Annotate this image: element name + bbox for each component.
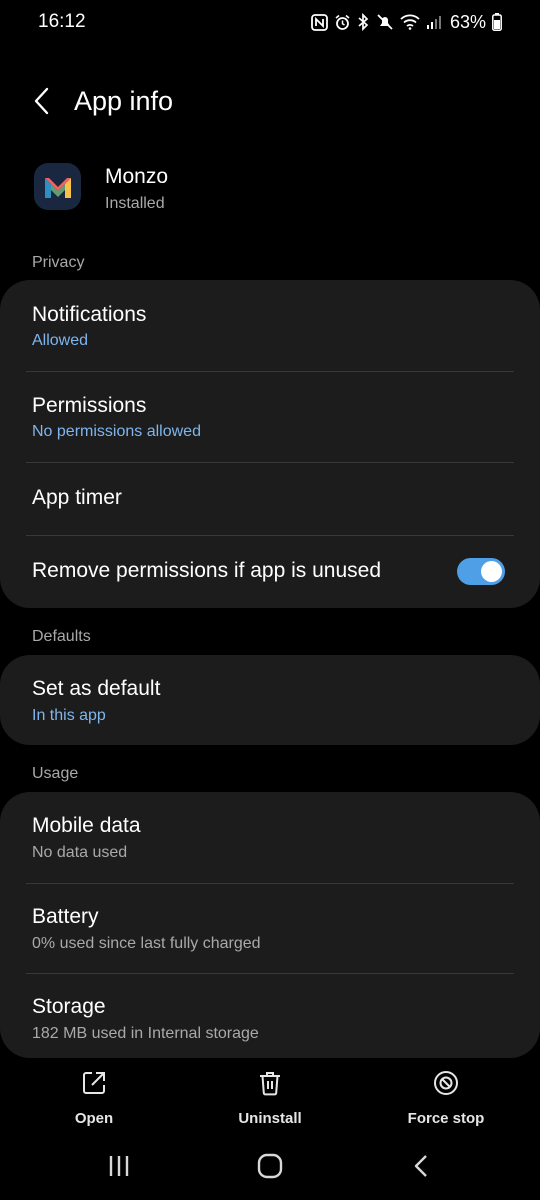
recents-icon (107, 1154, 131, 1183)
battery-title: Battery (32, 905, 99, 928)
section-label-privacy: Privacy (32, 254, 85, 271)
mobile-data-title: Mobile data (32, 814, 141, 837)
section-label-defaults: Defaults (32, 628, 91, 645)
force-stop-icon (431, 1068, 461, 1098)
app-install-status: Installed (105, 195, 165, 212)
remove-permissions-row[interactable]: Remove permissions if app is unused (0, 535, 540, 608)
storage-title: Storage (32, 995, 106, 1018)
nav-back-button[interactable] (401, 1152, 441, 1184)
open-label: Open (74, 1110, 114, 1127)
back-button[interactable] (26, 86, 58, 120)
monzo-logo-icon (34, 163, 81, 210)
nfc-icon (311, 13, 328, 31)
battery-subtitle: 0% used since last fully charged (32, 935, 261, 952)
remove-permissions-toggle[interactable] (457, 558, 505, 585)
battery-percent: 63% (449, 11, 486, 32)
permissions-title: Permissions (32, 394, 147, 417)
status-bar: 16:12 63% (0, 0, 540, 46)
force-stop-button[interactable]: Force stop (381, 1064, 511, 1134)
wifi-icon (400, 14, 420, 30)
permissions-row[interactable]: Permissions No permissions allowed (0, 371, 540, 462)
status-icons: 63% (311, 10, 502, 34)
set-as-default-subtitle: In this app (32, 707, 106, 724)
toggle-knob (481, 561, 502, 582)
uninstall-label: Uninstall (238, 1110, 302, 1127)
battery-row[interactable]: Battery 0% used since last fully charged (0, 883, 540, 973)
navigation-bar (0, 1140, 540, 1200)
privacy-card: Notifications Allowed Permissions No per… (0, 280, 540, 608)
notifications-title: Notifications (32, 303, 147, 326)
status-time: 16:12 (38, 11, 86, 32)
set-as-default-title: Set as default (32, 677, 161, 700)
nav-back-icon (413, 1154, 429, 1183)
recents-button[interactable] (99, 1152, 139, 1184)
trash-icon (255, 1068, 285, 1098)
usage-card: Mobile data No data used Battery 0% used… (0, 792, 540, 1058)
signal-icon (426, 14, 442, 30)
app-timer-title: App timer (32, 486, 122, 509)
mobile-data-row[interactable]: Mobile data No data used (0, 792, 540, 883)
alarm-icon (334, 14, 351, 31)
section-label-usage: Usage (32, 765, 79, 782)
storage-row[interactable]: Storage 182 MB used in Internal storage (0, 973, 540, 1058)
app-name: Monzo (105, 165, 169, 188)
mute-icon (376, 13, 394, 31)
header: App info (0, 80, 540, 126)
app-timer-row[interactable]: App timer (0, 462, 540, 535)
bluetooth-icon (357, 13, 370, 31)
home-button[interactable] (250, 1152, 290, 1184)
open-external-icon (79, 1068, 109, 1098)
notifications-subtitle: Allowed (32, 332, 89, 349)
back-arrow-icon (33, 87, 51, 120)
remove-permissions-title: Remove permissions if app is unused (32, 559, 382, 582)
mobile-data-subtitle: No data used (32, 844, 128, 861)
battery-icon (492, 13, 502, 31)
open-button[interactable]: Open (29, 1064, 159, 1134)
force-stop-label: Force stop (407, 1110, 485, 1127)
page-title: App info (74, 86, 174, 116)
storage-subtitle: 182 MB used in Internal storage (32, 1025, 259, 1042)
notifications-row[interactable]: Notifications Allowed (0, 280, 540, 371)
defaults-card: Set as default In this app (0, 655, 540, 745)
set-as-default-row[interactable]: Set as default In this app (0, 655, 540, 745)
home-icon (257, 1153, 283, 1184)
permissions-subtitle: No permissions allowed (32, 423, 201, 440)
action-bar: Open Uninstall Force stop (0, 1064, 540, 1134)
uninstall-button[interactable]: Uninstall (205, 1064, 335, 1134)
